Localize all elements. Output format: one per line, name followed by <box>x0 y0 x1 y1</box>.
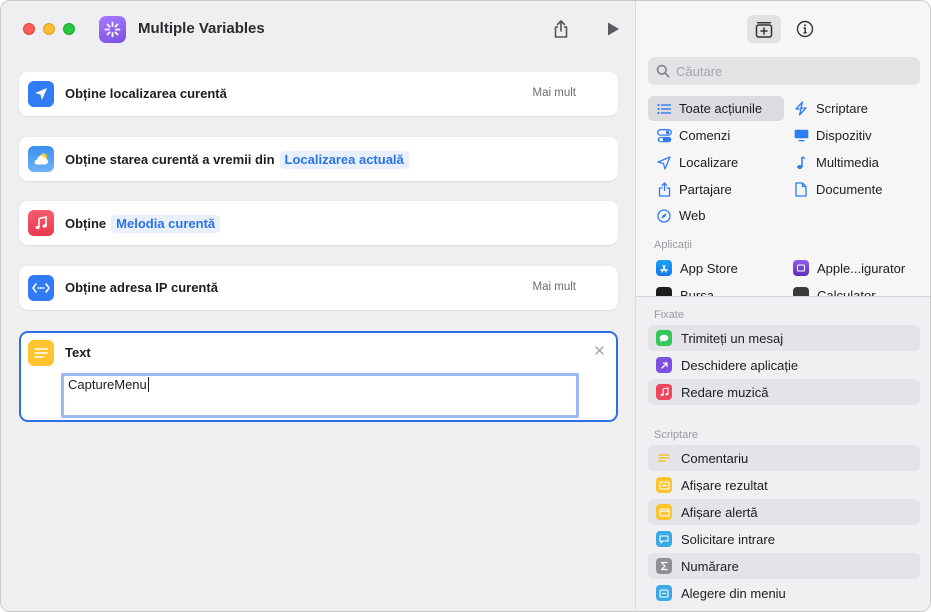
category-location[interactable]: Localizare <box>656 150 738 175</box>
category-all-actions[interactable]: Toate acțiunile <box>648 96 784 121</box>
play-icon <box>608 22 619 36</box>
music-note-icon <box>656 384 672 400</box>
app-app-store[interactable]: App Store <box>656 256 738 280</box>
scripting-comment[interactable]: Comentariu <box>648 445 920 471</box>
close-icon <box>594 345 604 355</box>
apple-configurator-icon <box>793 260 809 276</box>
music-note-icon <box>793 155 809 171</box>
controls-icon <box>656 128 672 144</box>
app-stocks[interactable]: Bursa <box>656 283 714 296</box>
menu-list-icon <box>656 585 672 601</box>
variable-token-current-location[interactable]: Localizarea actuală <box>279 151 409 169</box>
location-icon <box>656 155 672 171</box>
stocks-icon <box>656 287 672 296</box>
details-tab[interactable] <box>788 15 822 43</box>
music-action-icon <box>28 210 54 236</box>
add-action-icon <box>755 21 773 38</box>
info-icon <box>796 20 814 38</box>
comment-lines-icon <box>656 450 672 466</box>
share-button[interactable] <box>549 17 573 41</box>
action-get-current-ip[interactable]: Obține adresa IP curentă Mai mult <box>19 266 618 310</box>
scripting-icon <box>793 101 809 117</box>
zoom-window-button[interactable] <box>63 23 75 35</box>
search-field[interactable] <box>648 57 920 85</box>
sigma-icon <box>656 558 672 574</box>
minimize-window-button[interactable] <box>43 23 55 35</box>
action-title: Text <box>65 345 91 360</box>
list-icon <box>656 101 672 117</box>
music-note-icon <box>35 216 47 230</box>
action-get-current-song[interactable]: Obține Melodia curentă <box>19 201 618 245</box>
text-caret <box>147 377 150 392</box>
category-device[interactable]: Dispozitiv <box>793 123 872 148</box>
weather-cloud-icon <box>34 153 48 165</box>
category-multimedia[interactable]: Multimedia <box>793 150 879 175</box>
apps-section-label: Aplicații <box>654 239 692 251</box>
category-controls[interactable]: Comenzi <box>656 123 730 148</box>
action-library-tab[interactable] <box>747 15 781 43</box>
remove-action-button[interactable] <box>592 343 606 357</box>
text-action-icon <box>28 340 54 366</box>
device-icon <box>793 128 809 144</box>
sparkle-icon <box>104 21 121 38</box>
network-action-icon <box>28 275 54 301</box>
network-arrows-icon <box>32 283 50 293</box>
text-input-field[interactable]: CaptureMenu <box>61 373 579 418</box>
calculator-icon <box>793 287 809 296</box>
scripting-show-alert[interactable]: Afișare alertă <box>648 499 920 525</box>
app-apple-configurator[interactable]: Apple...igurator <box>793 256 905 280</box>
search-icon <box>656 64 670 78</box>
share-icon <box>656 182 672 198</box>
more-button[interactable]: Mai mult <box>533 87 576 99</box>
close-window-button[interactable] <box>23 23 35 35</box>
workflow-editor: Multiple Variables Obține localizarea cu… <box>1 1 635 611</box>
action-title: Obține Melodia curentă <box>65 215 221 233</box>
shortcut-icon[interactable] <box>99 16 126 43</box>
text-value: CaptureMenu <box>68 377 147 392</box>
action-text[interactable]: Text CaptureMenu <box>19 331 618 422</box>
share-icon <box>554 20 568 38</box>
weather-action-icon <box>28 146 54 172</box>
scripting-ask-for-input[interactable]: Solicitare intrare <box>648 526 920 552</box>
run-button[interactable] <box>601 17 625 41</box>
message-bubble-icon <box>656 330 672 346</box>
action-title: Obține localizarea curentă <box>65 86 227 101</box>
open-app-arrow-icon <box>656 357 672 373</box>
scripting-count[interactable]: Numărare <box>648 553 920 579</box>
category-sharing[interactable]: Partajare <box>656 177 732 202</box>
scripting-choose-from-menu[interactable]: Alegere din meniu <box>648 580 920 606</box>
action-library: Toate acțiunile Comenzi Localizare Parta… <box>635 1 930 611</box>
document-icon <box>793 182 809 198</box>
location-arrow-icon <box>35 88 47 100</box>
action-get-current-weather[interactable]: Obține starea curentă a vremii din Locali… <box>19 137 618 181</box>
scripting-show-result[interactable]: Afișare rezultat <box>648 472 920 498</box>
category-documents[interactable]: Documente <box>793 177 882 202</box>
pinned-send-message[interactable]: Trimiteți un mesaj <box>648 325 920 351</box>
suggested-actions-panel: Fixate Trimiteți un mesaj Deschidere apl… <box>636 297 930 611</box>
action-get-current-location[interactable]: Obține localizarea curentă Mai mult <box>19 72 618 116</box>
show-result-icon <box>656 477 672 493</box>
location-action-icon <box>28 81 54 107</box>
pinned-open-app[interactable]: Deschidere aplicație <box>648 352 920 378</box>
category-scripting[interactable]: Scriptare <box>793 96 868 121</box>
action-title: Obține adresa IP curentă <box>65 280 218 295</box>
pinned-section-label: Fixate <box>654 309 684 321</box>
category-web[interactable]: Web <box>656 203 706 228</box>
variable-token-current-song[interactable]: Melodia curentă <box>111 215 221 233</box>
more-button[interactable]: Mai mult <box>533 281 576 293</box>
text-lines-icon <box>34 348 48 358</box>
shortcuts-window: Multiple Variables Obține localizarea cu… <box>0 0 931 612</box>
input-bubble-icon <box>656 531 672 547</box>
alert-window-icon <box>656 504 672 520</box>
pinned-play-music[interactable]: Redare muzică <box>648 379 920 405</box>
app-store-icon <box>656 260 672 276</box>
action-title: Obține starea curentă a vremii din Locali… <box>65 151 409 169</box>
scripting-section-label: Scriptare <box>654 429 699 441</box>
search-input[interactable] <box>676 61 906 81</box>
compass-icon <box>656 208 672 224</box>
window-title: Multiple Variables <box>138 20 265 37</box>
app-calculator[interactable]: Calculator <box>793 283 876 296</box>
